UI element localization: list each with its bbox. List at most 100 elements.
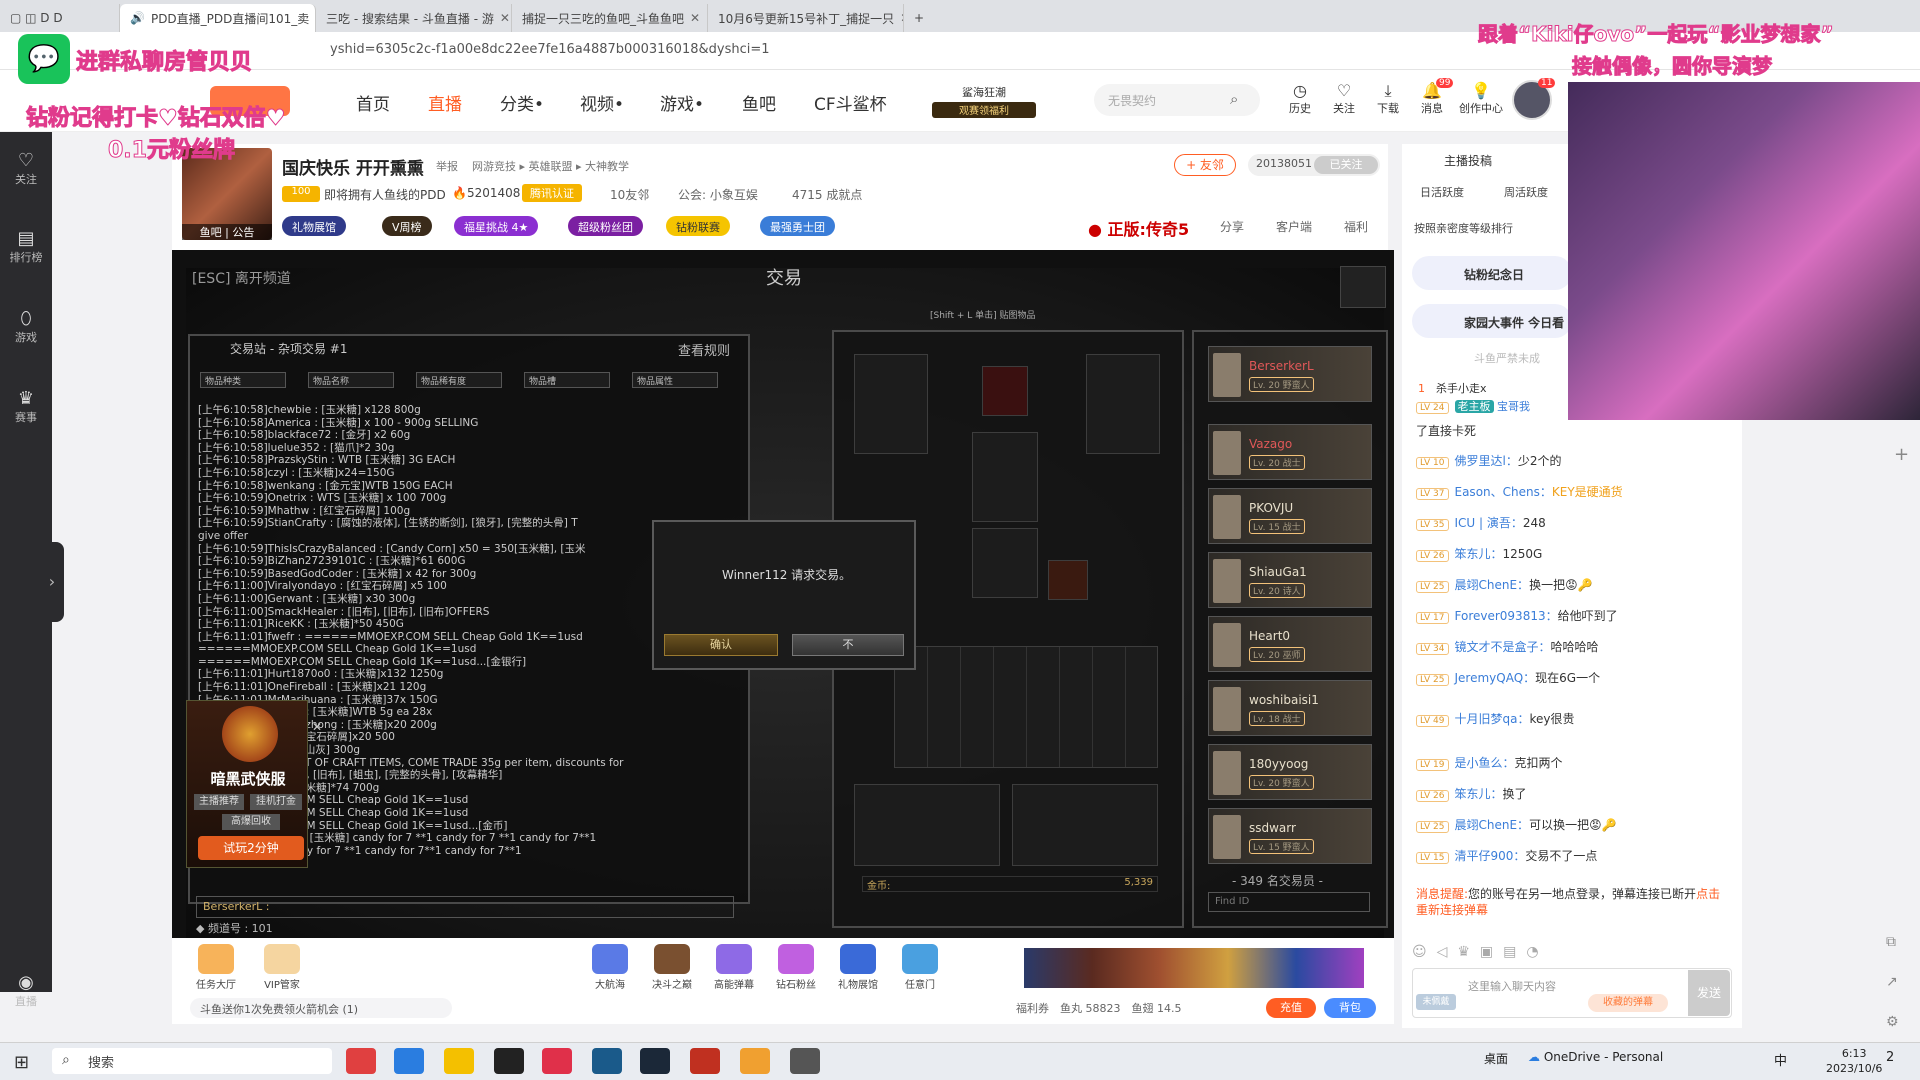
taskbar-app[interactable] <box>740 1048 770 1074</box>
ime-indicator[interactable]: 中 <box>1774 1050 1787 1069</box>
danmu-user[interactable]: 笨东儿： <box>1455 547 1503 561</box>
sidebar-item-live[interactable]: ◉ 直播 <box>0 972 52 1009</box>
onedrive-status[interactable]: ☁ OneDrive - Personal <box>1528 1050 1663 1064</box>
search-icon[interactable]: ⌕ <box>1230 90 1238 108</box>
welfare-button[interactable]: 福利 <box>1344 218 1368 235</box>
windows-start-icon[interactable]: ⊞ <box>14 1052 29 1073</box>
danmu-user[interactable]: 镜文才不是盒子： <box>1455 640 1551 654</box>
room-category[interactable]: 网游竞技 ▸ 英雄联盟 ▸ 大神教学 <box>472 158 629 174</box>
side-tools[interactable]: ⧉ ↗ ⚙ <box>1886 922 1899 1042</box>
gift-portal[interactable]: 任意门 <box>892 944 948 991</box>
promo-sub[interactable]: 观赛领福利 <box>932 102 1036 118</box>
nav-category[interactable]: 分类• <box>500 90 544 115</box>
gift-hall[interactable]: 礼物展馆 <box>830 944 886 991</box>
backpack-button[interactable]: 背包 <box>1324 998 1376 1018</box>
taskbar-edge[interactable] <box>394 1048 424 1074</box>
danmu-user[interactable]: 笨东儿： <box>1455 787 1503 801</box>
saved-danmu-button[interactable]: 收藏的弹幕 <box>1588 994 1668 1012</box>
tab-pdd[interactable]: 🔊PDD直播_PDD直播间101_卖✕ <box>120 4 316 32</box>
nav-yuba[interactable]: 鱼吧 <box>742 90 776 115</box>
chat-tool-icons[interactable]: ☺◁♛▣▤◔ <box>1412 944 1549 960</box>
report-link[interactable]: 举报 <box>436 158 458 174</box>
send-button[interactable]: 发送 <box>1688 970 1730 1016</box>
nav-games[interactable]: 游戏• <box>660 90 704 115</box>
add-friend-button[interactable]: + 友邻 <box>1174 154 1236 176</box>
gift-diamond[interactable]: 钻石粉丝 <box>768 944 824 991</box>
tab-pinned[interactable]: ▢ ◫ D D <box>0 4 120 32</box>
danmu-user[interactable]: 佛罗里达l： <box>1455 454 1518 468</box>
taskbar-app[interactable] <box>790 1048 820 1074</box>
achievement-points[interactable]: 4715 成就点 <box>792 186 862 203</box>
promo-title[interactable]: 鲨海狂潮 <box>930 84 1038 100</box>
diamond-anniversary-banner[interactable]: 钻粉纪念日 <box>1412 256 1572 290</box>
badge-super-fans[interactable]: 超级粉丝团 <box>568 216 643 236</box>
danmu-user[interactable]: 晨翊ChenE： <box>1455 578 1530 592</box>
gift-strip[interactable] <box>1024 948 1364 988</box>
sidebar-item-events[interactable]: ♛ 赛事 <box>0 388 52 425</box>
history-button[interactable]: ◷ 历史 <box>1280 82 1320 116</box>
host-posts-link[interactable]: 主播投稿 <box>1444 152 1492 169</box>
badge-warriors[interactable]: 最强勇士团 <box>760 216 835 236</box>
sidebar-item-rank[interactable]: ▤ 排行榜 <box>0 228 52 265</box>
badge-gift-hall[interactable]: 礼物展馆 <box>282 216 346 236</box>
taskbar-app[interactable] <box>542 1048 572 1074</box>
tab-search[interactable]: 三吃 - 搜索结果 - 斗鱼直播 - 游 ✕ <box>316 4 512 32</box>
close-icon[interactable]: ✕ <box>312 720 322 734</box>
tab-patch[interactable]: 10月6号更新15号补丁_捕捉一只✕ <box>708 4 904 32</box>
follow-button[interactable]: ♡ 关注 <box>1324 82 1364 116</box>
taskbar-app[interactable] <box>444 1048 474 1074</box>
vip-button[interactable]: VIP管家 <box>254 944 310 991</box>
plus-icon[interactable]: + <box>1894 444 1909 465</box>
nav-cf-cup[interactable]: CF斗鲨杯 <box>814 90 887 115</box>
ad-game-title[interactable]: ● 正版:传奇5 <box>1088 216 1189 240</box>
danmu-user[interactable]: 清平仔900： <box>1455 849 1526 863</box>
sidebar-item-games[interactable]: ⬯ 游戏 <box>0 308 52 345</box>
home-event-banner[interactable]: 家园大事件 今日看 <box>1412 304 1572 338</box>
nav-home[interactable]: 首页 <box>356 90 390 115</box>
nav-live[interactable]: 直播 <box>428 90 462 115</box>
gift-fleet[interactable]: 大航海 <box>582 944 638 991</box>
tab-yuba[interactable]: 捕捉一只三吃的鱼吧_斗鱼鱼吧 ✕ <box>512 4 708 32</box>
nav-video[interactable]: 视频• <box>580 90 624 115</box>
new-tab-button[interactable]: + <box>904 4 934 32</box>
download-button[interactable]: ⤓ 下载 <box>1368 82 1408 116</box>
close-icon[interactable]: ✕ <box>500 11 510 25</box>
danmu-user[interactable]: JeremyQAQ： <box>1455 671 1536 685</box>
danmu-user[interactable]: 晨翊ChenE： <box>1455 818 1530 832</box>
taskbar-steam[interactable] <box>640 1048 670 1074</box>
taskbar-clock[interactable]: 6:13 2023/10/6 <box>1826 1046 1882 1076</box>
follow-state-button[interactable]: 已关注 <box>1314 156 1378 174</box>
danmu-user[interactable]: 十月旧梦qa： <box>1455 712 1530 726</box>
danmu-user[interactable]: ICU | 演吾： <box>1455 516 1523 530</box>
task-hall-button[interactable]: 任务大厅 <box>188 944 244 991</box>
close-icon[interactable]: ✕ <box>690 11 700 25</box>
sidebar-collapse-handle[interactable]: › <box>40 542 64 622</box>
badge-lucky-challenge[interactable]: 福星挑战 4★ <box>454 216 539 236</box>
guild-name[interactable]: 公会: 小象互娱 <box>678 186 758 203</box>
taskbar-app[interactable] <box>346 1048 376 1074</box>
danmu-user[interactable]: 是小鱼么： <box>1455 756 1515 770</box>
badge-diamond-league[interactable]: 钻粉联赛 <box>666 216 730 236</box>
desktop-label[interactable]: 桌面 <box>1484 1050 1508 1067</box>
gift-duel[interactable]: 决斗之巅 <box>644 944 700 991</box>
taskbar-app[interactable] <box>690 1048 720 1074</box>
sidebar-item-follow[interactable]: ♡ 关注 <box>0 150 52 187</box>
free-gift-notice[interactable]: 斗鱼送你1次免费领火箭机会 (1) <box>190 998 452 1018</box>
share-button[interactable]: 分享 <box>1220 218 1244 235</box>
client-button[interactable]: 客户端 <box>1276 218 1312 235</box>
url-text[interactable]: yshid=6305c2c-f1a00e8dc22ee7fe16a4887b00… <box>330 42 770 57</box>
gift-danmu[interactable]: 高能弹幕 <box>706 944 762 991</box>
taskbar-app[interactable] <box>494 1048 524 1074</box>
neighbors-count[interactable]: 10友邻 <box>610 186 649 203</box>
taskbar-app[interactable] <box>592 1048 622 1074</box>
recharge-button[interactable]: 充值 <box>1266 998 1316 1018</box>
creator-center-button[interactable]: 💡 创作中心 <box>1456 82 1506 116</box>
tab-daily-activity[interactable]: 日活跃度 <box>1420 184 1464 200</box>
fans-badge-tag[interactable]: 未佩戴 <box>1416 994 1456 1010</box>
tab-weekly-activity[interactable]: 周活跃度 <box>1504 184 1548 200</box>
taskbar-search[interactable]: 搜索 <box>52 1048 332 1074</box>
danmu-user[interactable]: Eason、Chens： <box>1455 485 1552 499</box>
notification-icon[interactable]: 2 <box>1886 1050 1894 1065</box>
danmu-user[interactable]: Forever093813： <box>1455 609 1558 623</box>
badge-v-week[interactable]: V周榜 <box>382 216 432 236</box>
